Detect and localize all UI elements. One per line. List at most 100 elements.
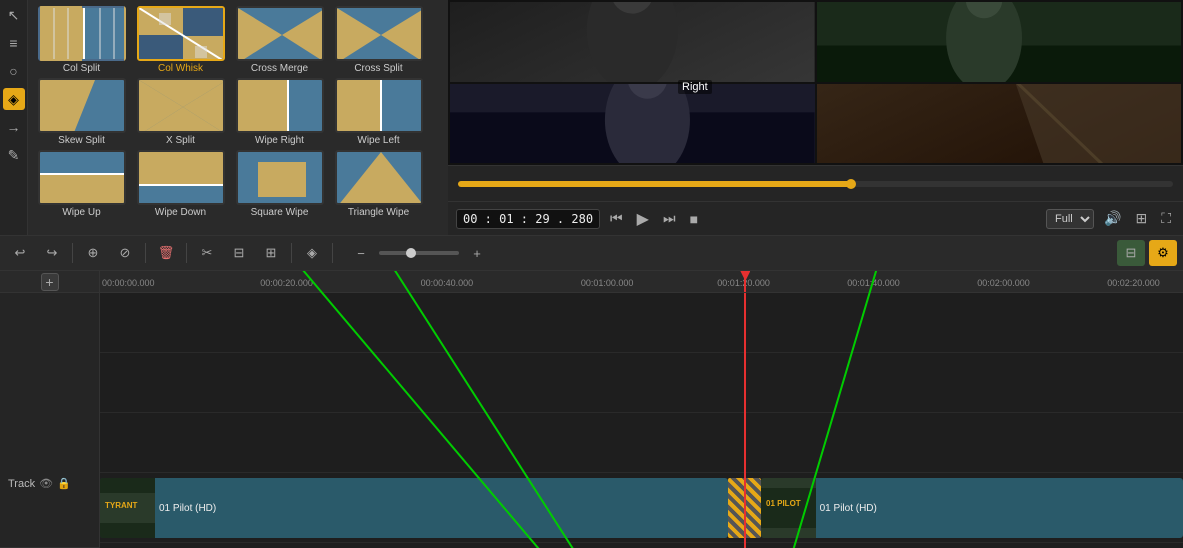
transition-wipe-left[interactable]: Wipe Left (331, 78, 426, 146)
transition-skew-split[interactable]: Skew Split (34, 78, 129, 146)
track-eye-icon[interactable]: 👁 (39, 477, 53, 490)
timeline-sidebar: + Track 👁 🔒 (0, 271, 100, 548)
transition-wipe-up[interactable]: Wipe Up (34, 150, 129, 218)
toolbar-separator-1 (72, 243, 73, 263)
transition-triangle-wipe[interactable]: Triangle Wipe (331, 150, 426, 218)
transition-triangle-wipe-label: Triangle Wipe (348, 207, 409, 218)
toolbar-separator-3 (186, 243, 187, 263)
ruler-mark-2: 00:00:40.000 (421, 278, 474, 288)
add-track-button[interactable]: + (41, 273, 59, 291)
volume-button[interactable]: 🔊 (1100, 208, 1125, 229)
ruler-mark-5: 00:01:40.000 (847, 278, 900, 288)
transition-cross-merge[interactable]: Cross Merge (232, 6, 327, 74)
progress-bar[interactable] (458, 181, 1173, 187)
zoom-control: − + (347, 240, 491, 266)
transitions-panel: Col Split Col Whisk Cross Merge Cross Sp… (28, 0, 448, 235)
step-back-button[interactable]: ⏮ (606, 208, 627, 229)
transition-wipe-up-label: Wipe Up (62, 207, 100, 218)
zoom-handle (406, 248, 416, 258)
transition-cross-split[interactable]: Cross Split (331, 6, 426, 74)
preview-video-area: Right (448, 0, 1183, 165)
timeline-sidebar-header: + (0, 271, 99, 293)
empty-track-area (0, 293, 99, 420)
preview-label-right: Right (678, 80, 712, 94)
ruler-mark-0: 00:00:00.000 (102, 278, 155, 288)
redo-button[interactable]: ↪ (38, 240, 66, 266)
toolbar-separator-4 (291, 243, 292, 263)
stop-button[interactable]: ■ (686, 209, 702, 229)
transition-x-split[interactable]: X Split (133, 78, 228, 146)
preview-frame-1 (450, 2, 815, 82)
progress-fill (458, 181, 851, 187)
toolbar-right: ⊟ ⚙ (1117, 240, 1177, 266)
trim-button[interactable]: ⊟ (225, 240, 253, 266)
transition-wipe-right[interactable]: Wipe Right (232, 78, 327, 146)
toolbar-separator-2 (145, 243, 146, 263)
circle-icon[interactable]: ○ (3, 60, 25, 82)
step-forward-button[interactable]: ⏭ (659, 208, 680, 229)
screenshot-button[interactable]: ⊞ (1131, 208, 1151, 229)
play-button[interactable]: ▶ (633, 207, 653, 231)
paste-button[interactable]: ⊘ (111, 240, 139, 266)
cursor-icon[interactable]: ↖ (3, 4, 25, 26)
transition-square-wipe[interactable]: Square Wipe (232, 150, 327, 218)
track-label-row: Track 👁 🔒 (0, 420, 99, 548)
quality-select[interactable]: Full 1/2 1/4 (1046, 209, 1094, 229)
toolbar-separator-5 (332, 243, 333, 263)
timeline-content: 00:00:00.000 00:00:20.000 00:00:40.000 0… (100, 271, 1183, 548)
zoom-out-button[interactable]: − (347, 240, 375, 266)
pen-icon[interactable]: ✎ (3, 144, 25, 166)
ruler-mark-7: 00:02:20.000 (1107, 278, 1160, 288)
fullscreen-button[interactable]: ⛶ (1157, 208, 1175, 229)
transition-wipe-down-label: Wipe Down (155, 207, 206, 218)
transition-cross-merge-label: Cross Merge (251, 63, 308, 74)
filter-icon[interactable]: ◈ (3, 88, 25, 110)
split-button[interactable]: ⊞ (257, 240, 285, 266)
ruler-playhead (744, 271, 746, 292)
preview-frame-4 (817, 84, 1182, 164)
preview-controls (448, 165, 1183, 201)
empty-track-row-2 (100, 353, 1183, 413)
transition-skew-split-label: Skew Split (58, 135, 105, 146)
arrow-icon[interactable]: → (3, 116, 25, 138)
empty-track-row-3 (100, 413, 1183, 473)
transition-cross-split-label: Cross Split (354, 63, 402, 74)
snap-button[interactable]: ⊟ (1117, 240, 1145, 266)
empty-track-row-1 (100, 293, 1183, 353)
ruler-mark-3: 00:01:00.000 (581, 278, 634, 288)
cut-button[interactable]: ✂ (193, 240, 221, 266)
text-icon[interactable]: ≡ (3, 32, 25, 54)
ruler-mark-1: 00:00:20.000 (260, 278, 313, 288)
preview-frame-3 (450, 84, 815, 164)
clip-1[interactable]: TYRANT 01 Pilot (HD) (100, 478, 728, 538)
left-sidebar: ↖ ≡ ○ ◈ → ✎ (0, 0, 28, 235)
track-lock-icon[interactable]: 🔒 (57, 477, 71, 490)
main-toolbar: ↩ ↪ ⊕ ⊘ 🗑 ✂ ⊟ ⊞ ◈ − + ⊟ ⚙ (0, 235, 1183, 271)
undo-button[interactable]: ↩ (6, 240, 34, 266)
transition-col-whisk[interactable]: Col Whisk (133, 6, 228, 74)
timeline-ruler: 00:00:00.000 00:00:20.000 00:00:40.000 0… (100, 271, 1183, 293)
video-track-row: TYRANT 01 Pilot (HD) 01 PILOT 01 Pilot (… (100, 473, 1183, 543)
timeline-section: + Track 👁 🔒 00:00:00.000 00:00:20.000 00… (0, 271, 1183, 548)
marker-button[interactable]: ◈ (298, 240, 326, 266)
transition-col-whisk-label: Col Whisk (158, 63, 203, 74)
svg-text:TYRANT: TYRANT (105, 501, 138, 510)
transitions-grid: Col Split Col Whisk Cross Merge Cross Sp… (28, 0, 448, 224)
zoom-slider[interactable] (379, 251, 459, 255)
progress-handle[interactable] (846, 179, 856, 189)
delete-button[interactable]: 🗑 (152, 240, 180, 266)
svg-text:01 PILOT: 01 PILOT (766, 499, 801, 508)
timeline-tracks-area: TYRANT 01 Pilot (HD) 01 PILOT 01 Pilot (… (100, 293, 1183, 548)
transition-wipe-right-label: Wipe Right (255, 135, 304, 146)
transition-col-split-label: Col Split (63, 63, 100, 74)
track-name: Track (8, 478, 35, 490)
settings-button[interactable]: ⚙ (1149, 240, 1177, 266)
zoom-in-button[interactable]: + (463, 240, 491, 266)
clip-2[interactable]: 01 PILOT 01 Pilot (HD) (761, 478, 1183, 538)
transition-wipe-down[interactable]: Wipe Down (133, 150, 228, 218)
track-playhead-line (744, 473, 746, 542)
ruler-mark-6: 00:02:00.000 (977, 278, 1030, 288)
transition-col-split[interactable]: Col Split (34, 6, 129, 74)
preview-frame-2 (817, 2, 1182, 82)
copy-button[interactable]: ⊕ (79, 240, 107, 266)
